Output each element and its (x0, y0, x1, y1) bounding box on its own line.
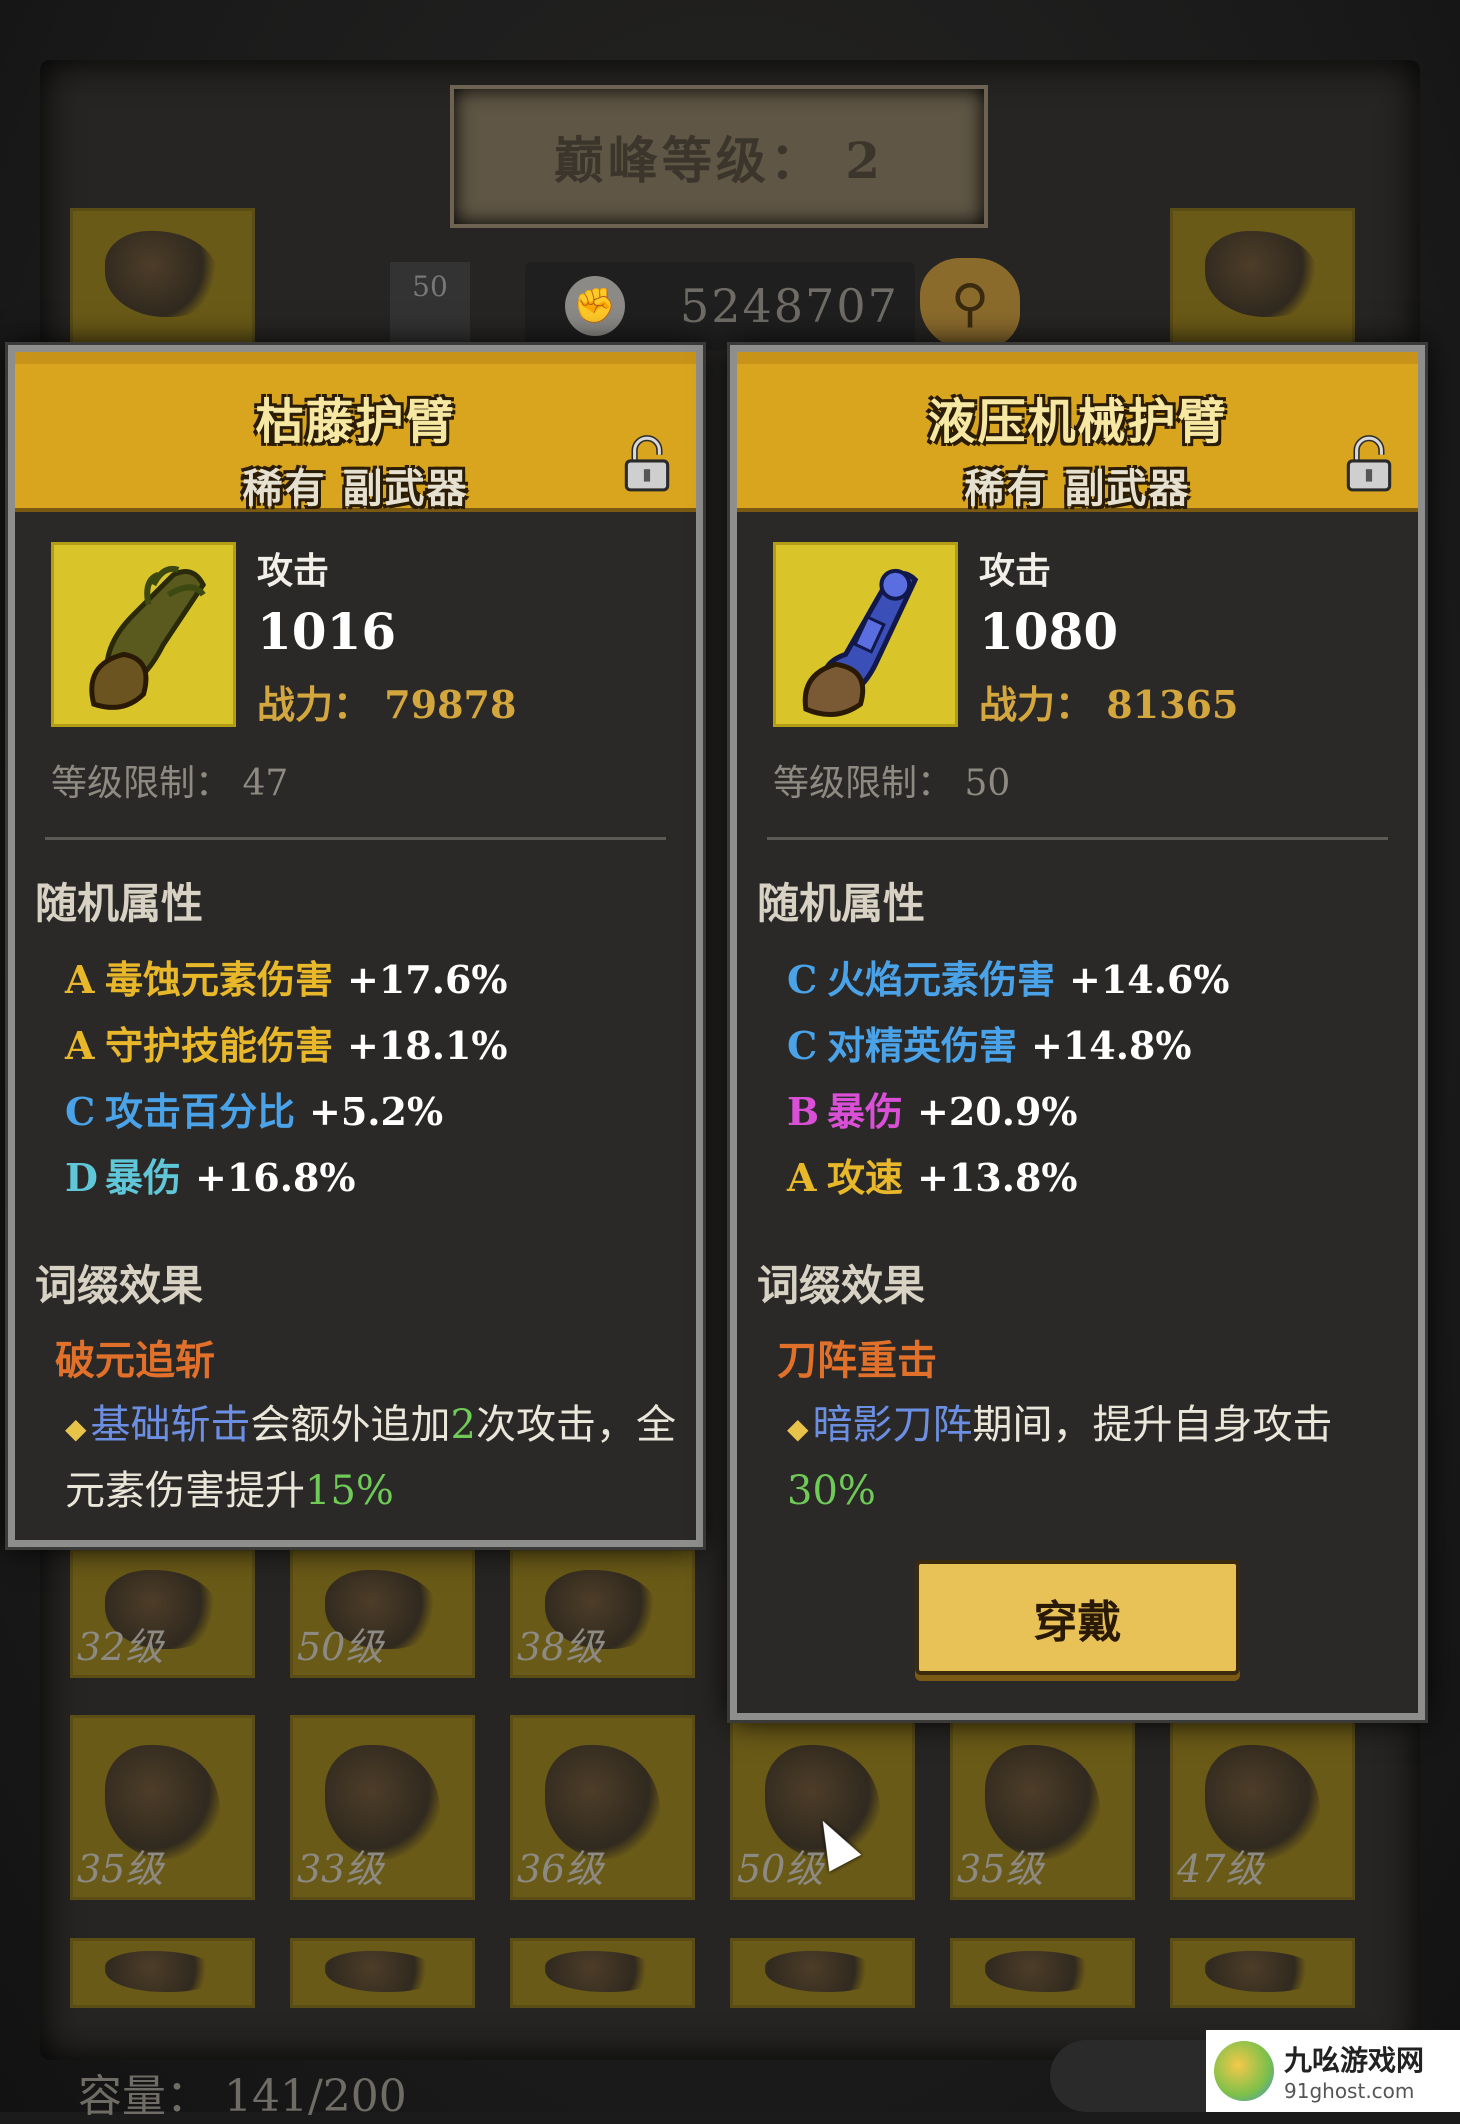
search-button[interactable]: ⚲ (920, 258, 1020, 350)
level-requirement: 等级限制： 47 (51, 763, 289, 804)
item-card-new: 液压机械护臂 稀有 副武器 攻击 1080 战力： 81365 等级限制： 50… (730, 345, 1425, 1720)
attr-name: 攻击百分比 (105, 1089, 296, 1134)
level-chip: 50 (390, 262, 470, 347)
attr-grade: C (787, 957, 818, 1002)
item-name: 枯藤护臂 (255, 394, 456, 450)
attribute-row: D 暴伤 +16.8% (65, 1147, 356, 1202)
inventory-slot[interactable]: 33级 (290, 1715, 475, 1900)
stat-value: 1080 (979, 602, 1119, 661)
attribute-row: C 对精英伤害 +14.8% (787, 1015, 1192, 1070)
attr-name: 攻速 (827, 1155, 904, 1200)
peak-level-banner: 巅峰等级： 2 (450, 85, 988, 228)
attr-grade: A (65, 957, 95, 1002)
inventory-slot[interactable]: 35级 (950, 1715, 1135, 1900)
affix-description: ◆ 暗影刀阵期间，提升自身攻击 30% (787, 1402, 1333, 1514)
attr-grade: A (65, 1023, 95, 1068)
inventory-slot[interactable] (950, 1938, 1135, 2008)
stat-value: 1016 (257, 602, 397, 661)
inventory-slot[interactable]: 36级 (510, 1715, 695, 1900)
random-attributes-title: 随机属性 (35, 879, 204, 928)
attr-value: +16.8% (195, 1155, 356, 1200)
affix-effect-title: 词缀效果 (35, 1261, 204, 1310)
fist-icon: ✊ (565, 276, 625, 336)
item-name: 液压机械护臂 (927, 394, 1228, 450)
attr-grade: A (787, 1155, 817, 1200)
attr-grade: C (787, 1023, 818, 1068)
attr-grade: D (65, 1155, 98, 1200)
inventory-slot[interactable] (70, 1938, 255, 2008)
divider (767, 837, 1388, 840)
inventory-slot[interactable]: 32级 (70, 1548, 255, 1678)
peak-level-label: 巅峰等级： 2 (553, 130, 885, 190)
item-image-vine-armguard (51, 542, 236, 727)
attr-value: +14.8% (1031, 1023, 1192, 1068)
lock-icon[interactable] (616, 432, 678, 494)
level-requirement: 等级限制： 50 (773, 763, 1011, 804)
site-watermark: 九吆游戏网 91ghost.com (1206, 2030, 1460, 2112)
attribute-row: A 毒蚀元素伤害 +17.6% (65, 949, 508, 1004)
attr-name: 毒蚀元素伤害 (105, 957, 334, 1002)
attr-name: 暴伤 (105, 1155, 182, 1200)
inventory-slot[interactable]: 38级 (510, 1548, 695, 1678)
stat-label: 攻击 (257, 550, 330, 592)
attr-value: +14.6% (1069, 957, 1230, 1002)
attr-name: 对精英伤害 (827, 1023, 1018, 1068)
attr-name: 守护技能伤害 (105, 1023, 334, 1068)
capacity-label: 容量： 141/200 (78, 2071, 407, 2122)
stat-label: 攻击 (979, 550, 1052, 592)
inventory-slot[interactable]: 50级 (290, 1548, 475, 1678)
affix-name: 刀阵重击 (777, 1337, 937, 1384)
card-header: 枯藤护臂 稀有 副武器 (15, 352, 696, 512)
attr-value: +17.6% (347, 957, 508, 1002)
inventory-slot[interactable]: 35级 (70, 1715, 255, 1900)
card-header: 液压机械护臂 稀有 副武器 (737, 352, 1418, 512)
attribute-row: A 攻速 +13.8% (787, 1147, 1078, 1202)
item-rarity-type: 稀有 副武器 (964, 465, 1191, 512)
item-image-hydraulic-armguard (773, 542, 958, 727)
inventory-slot[interactable] (70, 208, 255, 348)
affix-name: 破元追斩 (55, 1337, 215, 1384)
diamond-bullet-icon: ◆ (65, 1412, 87, 1445)
attribute-row: C 攻击百分比 +5.2% (65, 1081, 443, 1136)
inventory-slot[interactable] (290, 1938, 475, 2008)
affix-description: ◆ 基础斩击会额外追加2次攻击，全元素伤害提升15% (65, 1402, 676, 1514)
inventory-slot[interactable]: 50级 (730, 1715, 915, 1900)
random-attributes-title: 随机属性 (757, 879, 926, 928)
divider (45, 837, 666, 840)
attr-value: +13.8% (917, 1155, 1078, 1200)
item-card-compare: 枯藤护臂 稀有 副武器 攻击 1016 战力： 79878 等级限制： 47 随… (8, 345, 703, 1547)
inventory-slot[interactable] (1170, 1938, 1355, 2008)
inventory-slot[interactable] (1170, 208, 1355, 348)
inventory-slot[interactable]: 47级 (1170, 1715, 1355, 1900)
equip-button[interactable]: 穿戴 (915, 1560, 1240, 1675)
attr-value: +5.2% (309, 1089, 444, 1134)
attr-name: 暴伤 (827, 1089, 904, 1134)
inventory-slot[interactable] (510, 1938, 695, 2008)
watermark-title: 九吆游戏网 (1284, 2044, 1425, 2077)
attribute-row: B 暴伤 +20.9% (787, 1081, 1078, 1136)
search-icon: ⚲ (950, 274, 990, 334)
level-chip-value: 50 (412, 270, 448, 303)
site-logo-icon (1214, 2041, 1274, 2101)
diamond-bullet-icon: ◆ (787, 1412, 809, 1445)
attr-name: 火焰元素伤害 (827, 957, 1056, 1002)
item-rarity-type: 稀有 副武器 (242, 465, 469, 512)
attr-grade: B (787, 1089, 820, 1134)
attr-value: +20.9% (917, 1089, 1078, 1134)
attr-grade: C (65, 1089, 96, 1134)
combat-power-value: 5248707 (680, 279, 899, 333)
combat-power: 战力： 81365 (979, 682, 1239, 727)
inventory-slot[interactable] (730, 1938, 915, 2008)
attr-value: +18.1% (347, 1023, 508, 1068)
affix-effect-title: 词缀效果 (757, 1261, 926, 1310)
watermark-url: 91ghost.com (1284, 2079, 1415, 2103)
combat-power-bar: ✊ 5248707 (525, 262, 915, 350)
combat-power: 战力： 79878 (257, 682, 517, 727)
lock-icon[interactable] (1338, 432, 1400, 494)
attribute-row: C 火焰元素伤害 +14.6% (787, 949, 1230, 1004)
attribute-row: A 守护技能伤害 +18.1% (65, 1015, 508, 1070)
